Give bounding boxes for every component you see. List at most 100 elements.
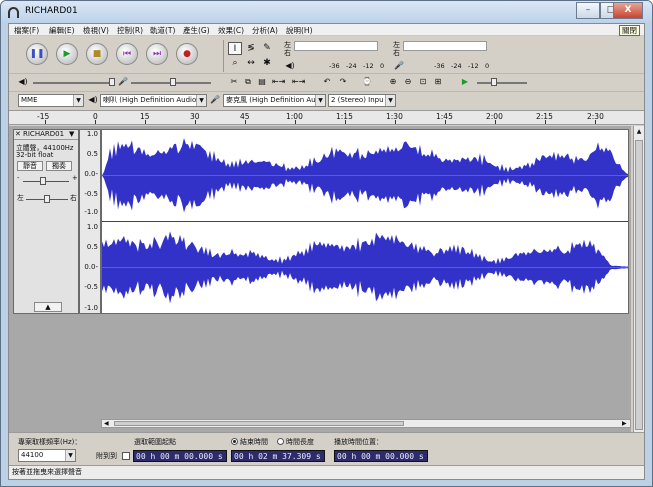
vertical-scroll-thumb[interactable] [635, 140, 643, 430]
trim-icon[interactable]: ⇤⇥ [272, 76, 285, 88]
input-channels-value: 2 (Stereo) Inpu [331, 96, 384, 104]
close-button[interactable]: X [613, 2, 643, 19]
menu-effect[interactable]: 效果(C) [218, 25, 244, 36]
skip-to-start-button[interactable]: ⏮ [116, 43, 138, 65]
undo-icon[interactable]: ↶ [321, 76, 333, 88]
track-close-icon[interactable]: ✕ [15, 130, 21, 139]
project-rate-select[interactable]: 44100 ▼ [18, 449, 76, 462]
record-icon: ● [183, 49, 191, 59]
copy-icon[interactable]: ⧉ [242, 76, 254, 88]
track-name[interactable]: RICHARD01 [23, 130, 64, 139]
track-bit-depth: 32-bit float [16, 151, 54, 159]
selection-start-time[interactable]: 00 h 00 m 00.000 s [133, 450, 227, 462]
end-radio[interactable]: 結束時間 [231, 437, 268, 447]
horizontal-scroll-thumb[interactable] [114, 421, 404, 426]
vertical-scrollbar[interactable]: ▲ ▼ [633, 126, 644, 448]
menu-file[interactable]: 檔案(F) [14, 25, 39, 36]
microphone-icon: 🎤 [118, 77, 128, 86]
audio-host-select[interactable]: MME ▼ [18, 94, 84, 107]
meter-tick: -36 [434, 62, 445, 70]
timeshift-tool[interactable]: ↔ [244, 57, 258, 70]
gain-slider[interactable] [23, 181, 69, 182]
skip-to-end-button[interactable]: ⏭ [146, 43, 168, 65]
scroll-up-icon[interactable]: ▲ [635, 128, 643, 136]
input-device-value: 麥克風 (High Definition Au [226, 96, 316, 104]
input-channels-select[interactable]: 2 (Stereo) Inpu ▼ [328, 94, 396, 107]
menu-generate[interactable]: 產生(G) [183, 25, 210, 36]
play-speed-thumb[interactable] [491, 78, 497, 86]
menu-transport[interactable]: 控制(R) [117, 25, 143, 36]
scroll-left-icon[interactable]: ◀ [104, 420, 109, 427]
amp-label: -1.0 [84, 208, 98, 216]
audio-position-time[interactable]: 00 h 00 m 00.000 s [334, 450, 428, 462]
mute-button[interactable]: 靜音 [17, 161, 43, 171]
length-radio[interactable]: 時間長度 [277, 437, 314, 447]
output-volume-slider[interactable] [33, 82, 113, 84]
amp-label: -0.5 [84, 283, 98, 291]
play-at-speed-icon[interactable]: ▶ [459, 76, 471, 88]
selection-start-label: 選取範圍起點 [134, 438, 176, 446]
solo-button[interactable]: 獨奏 [46, 161, 72, 171]
fit-selection-icon[interactable]: ⊡ [417, 76, 429, 88]
menu-help[interactable]: 說明(H) [286, 25, 313, 36]
snap-to-checkbox[interactable] [122, 452, 130, 460]
waveform-svg [102, 130, 628, 313]
selection-end-time[interactable]: 00 h 02 m 37.309 s [231, 450, 325, 462]
record-button[interactable]: ● [176, 43, 198, 65]
pan-slider-thumb[interactable] [44, 195, 50, 203]
menu-analyze[interactable]: 分析(A) [252, 25, 278, 36]
horizontal-scrollbar[interactable]: ◀ ▶ [101, 419, 631, 428]
gain-slider-thumb[interactable] [40, 177, 46, 185]
status-bar: 按著並拖曳來選擇聲音 [9, 465, 644, 479]
fit-project-icon[interactable]: ⊞ [432, 76, 444, 88]
speaker-icon: ◀) [18, 77, 28, 86]
input-volume-thumb[interactable] [170, 78, 176, 86]
cut-icon[interactable]: ✂ [228, 76, 240, 88]
stop-icon: ■ [92, 49, 102, 59]
end-radio-dot[interactable] [231, 438, 238, 445]
menu-tracks[interactable]: 軌道(T) [150, 25, 175, 36]
gain-minus-label: - [17, 174, 20, 182]
waveform-display[interactable] [101, 129, 629, 314]
ruler-mark [495, 120, 496, 124]
zoom-out-icon[interactable]: ⊖ [402, 76, 414, 88]
amp-label: -1.0 [84, 304, 98, 312]
menu-view[interactable]: 檢視(V) [83, 25, 109, 36]
mixer-edit-toolbar: ◀) 🎤 ✂ ⧉ ▤ ⇤⇥ ⇤⇥ ↶ ↷ ⌚ ⊕ ⊖ ⊡ ⊞ ▶ [9, 73, 644, 90]
input-device-select[interactable]: 麥克風 (High Definition Au ▼ [223, 94, 326, 107]
timeline-ruler[interactable]: -15 0 15 30 45 1:00 1:15 1:30 1:45 2:00 … [9, 110, 644, 125]
selection-tool[interactable]: I [228, 42, 242, 55]
play-speed-slider[interactable] [477, 82, 527, 84]
draw-tool[interactable]: ✎ [260, 42, 274, 55]
input-meter[interactable] [403, 41, 487, 51]
meter-tick: 0 [485, 62, 490, 70]
stop-button[interactable]: ■ [86, 43, 108, 65]
envelope-tool[interactable]: ≶ [244, 42, 258, 55]
length-radio-label: 時間長度 [286, 438, 314, 446]
zoom-tool[interactable]: ⌕ [228, 57, 242, 70]
track-menu[interactable]: ✕ RICHARD01 ▼ [14, 130, 78, 140]
pause-button[interactable]: ❚❚ [26, 43, 48, 65]
sync-lock-icon[interactable]: ⌚ [361, 76, 373, 88]
play-icon: ▶ [63, 49, 71, 59]
amplitude-scale: 1.0 0.5 0.0- -0.5 -1.0 1.0 0.5 0.0- -0.5… [79, 129, 101, 314]
paste-icon[interactable]: ▤ [256, 76, 268, 88]
chevron-down-icon[interactable]: ▼ [69, 130, 74, 139]
chevron-down-icon: ▼ [65, 450, 75, 461]
collapse-track-button[interactable]: ▲ [34, 302, 62, 312]
scroll-right-icon[interactable]: ▶ [622, 420, 627, 427]
output-right-label: 右 [284, 49, 291, 57]
length-radio-dot[interactable] [277, 438, 284, 445]
multi-tool[interactable]: ✱ [260, 57, 274, 70]
zoom-in-icon[interactable]: ⊕ [387, 76, 399, 88]
output-device-select[interactable]: 喇叭 (High Definition Audio ▼ [100, 94, 207, 107]
track-control-panel: ✕ RICHARD01 ▼ 立體聲，44100Hz 32-bit float 靜… [13, 129, 79, 314]
play-button[interactable]: ▶ [56, 43, 78, 65]
output-meter[interactable] [294, 41, 378, 51]
silence-icon[interactable]: ⇤⇥ [292, 76, 305, 88]
minimize-button[interactable]: – [576, 2, 600, 19]
amp-label: 0.5 [86, 243, 98, 251]
output-volume-thumb[interactable] [109, 78, 115, 86]
menu-edit[interactable]: 編輯(E) [49, 25, 75, 36]
redo-icon[interactable]: ↷ [337, 76, 349, 88]
